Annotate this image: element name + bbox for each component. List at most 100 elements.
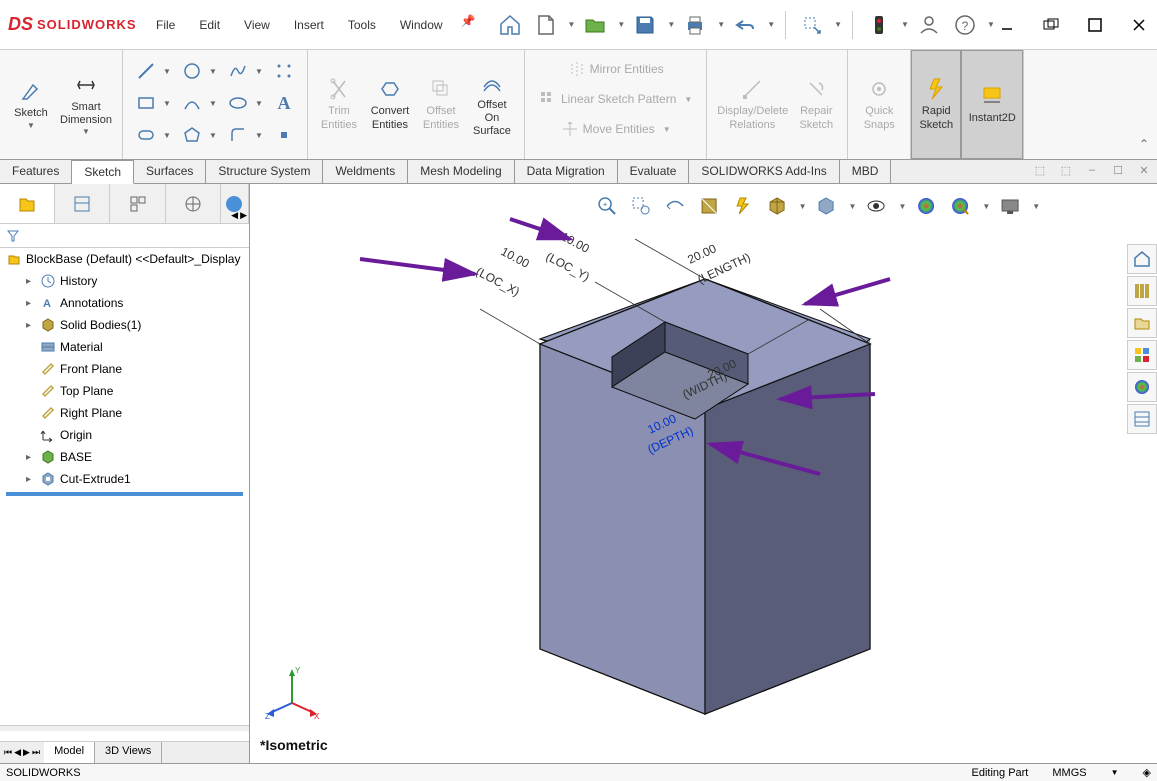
tree-item-solid-bodies-1-[interactable]: ▸Solid Bodies(1) <box>0 314 249 336</box>
collapse-ribbon-icon[interactable]: ⌃ <box>1139 137 1149 151</box>
polygon-icon[interactable] <box>177 120 207 150</box>
point-grid-icon[interactable] <box>269 56 299 86</box>
tree-item-annotations[interactable]: ▸AAnnotations <box>0 292 249 314</box>
traffic-dropdown[interactable]: ▼ <box>901 20 909 29</box>
spline-dd[interactable]: ▼ <box>253 56 265 86</box>
spline-icon[interactable] <box>223 56 253 86</box>
help-dropdown[interactable]: ▼ <box>987 20 995 29</box>
tab-datamigration[interactable]: Data Migration <box>515 160 618 183</box>
taskpane-appearance-icon[interactable] <box>1127 372 1157 402</box>
ellipse-icon[interactable] <box>223 88 253 118</box>
fm-dimxpert-tab[interactable] <box>166 184 221 223</box>
taskpane-viewpalette-icon[interactable] <box>1127 340 1157 370</box>
status-dropdown-icon[interactable]: ▼ <box>1111 768 1119 777</box>
new-dropdown[interactable]: ▼ <box>568 20 576 29</box>
close-button[interactable] <box>1129 15 1149 35</box>
tree-item-material-not-specified-[interactable]: Material <box>0 336 249 358</box>
doc-close-icon[interactable]: ✕ <box>1135 162 1153 178</box>
taskpane-home-icon[interactable] <box>1127 244 1157 274</box>
minimize-button[interactable] <box>997 15 1017 35</box>
fillet-dd[interactable]: ▼ <box>253 120 265 150</box>
taskpane-properties-icon[interactable] <box>1127 404 1157 434</box>
taskpane-library-icon[interactable] <box>1127 276 1157 306</box>
ellipse-dd[interactable]: ▼ <box>253 88 265 118</box>
arc-dd[interactable]: ▼ <box>207 88 219 118</box>
undo-icon[interactable] <box>729 9 761 41</box>
sketch-button[interactable]: Sketch ▼ <box>6 54 56 155</box>
menu-edit[interactable]: Edit <box>189 14 230 36</box>
point-icon[interactable] <box>269 120 299 150</box>
line-icon[interactable] <box>131 56 161 86</box>
fm-config-tab[interactable] <box>110 184 165 223</box>
open-icon[interactable] <box>579 9 611 41</box>
new-icon[interactable] <box>530 9 562 41</box>
tab-mesh[interactable]: Mesh Modeling <box>408 160 514 183</box>
select-icon[interactable] <box>796 9 828 41</box>
quick-snaps-button[interactable]: Quick Snaps <box>854 54 904 155</box>
tree-item-right-plane[interactable]: Right Plane <box>0 402 249 424</box>
doc-next-icon[interactable]: ⬚ <box>1057 162 1075 178</box>
tree-item-history[interactable]: ▸History <box>0 270 249 292</box>
instant2d-button[interactable]: Instant2D <box>961 50 1023 159</box>
trim-button[interactable]: Trim Entities <box>314 54 364 155</box>
linear-pattern-button[interactable]: Linear Sketch Pattern▼ <box>535 84 696 114</box>
rollback-bar[interactable] <box>6 492 243 496</box>
pin-icon[interactable]: 📌 <box>461 14 476 36</box>
rectangle-icon[interactable] <box>131 88 161 118</box>
user-icon[interactable] <box>913 9 945 41</box>
tree-item-cut-extrude1[interactable]: ▸Cut-Extrude1 <box>0 468 249 490</box>
home-icon[interactable] <box>494 9 526 41</box>
bottom-tab-model[interactable]: Model <box>44 742 95 763</box>
tree-item-front-plane[interactable]: Front Plane <box>0 358 249 380</box>
menu-view[interactable]: View <box>234 14 280 36</box>
status-custom-icon[interactable]: ◈ <box>1143 766 1151 779</box>
move-button[interactable]: Move Entities▼ <box>557 114 675 144</box>
fillet-icon[interactable] <box>223 120 253 150</box>
smart-dimension-button[interactable]: Smart Dimension ▼ <box>56 54 116 155</box>
restore-button[interactable] <box>1041 15 1061 35</box>
print-dropdown[interactable]: ▼ <box>717 20 725 29</box>
save-dropdown[interactable]: ▼ <box>667 20 675 29</box>
traffic-light-icon[interactable] <box>863 9 895 41</box>
tab-surfaces[interactable]: Surfaces <box>134 160 206 183</box>
tab-addins[interactable]: SOLIDWORKS Add-Ins <box>689 160 839 183</box>
tab-features[interactable]: Features <box>0 160 72 183</box>
tree-item-top-plane[interactable]: Top Plane <box>0 380 249 402</box>
slot-dd[interactable]: ▼ <box>161 120 173 150</box>
rapid-sketch-button[interactable]: Rapid Sketch <box>911 50 961 159</box>
bt-nav-prev[interactable]: ◀ <box>14 747 21 758</box>
circle-icon[interactable] <box>177 56 207 86</box>
menu-tools[interactable]: Tools <box>338 14 386 36</box>
tab-structure[interactable]: Structure System <box>206 160 323 183</box>
tree-item-base[interactable]: ▸BASE <box>0 446 249 468</box>
offset-button[interactable]: Offset Entities <box>416 54 466 155</box>
doc-prev-icon[interactable]: ⬚ <box>1031 162 1049 178</box>
menu-insert[interactable]: Insert <box>284 14 334 36</box>
tab-sketch[interactable]: Sketch <box>72 160 134 184</box>
tab-evaluate[interactable]: Evaluate <box>618 160 690 183</box>
offset-surface-button[interactable]: Offset On Surface <box>466 54 518 155</box>
poly-dd[interactable]: ▼ <box>207 120 219 150</box>
convert-button[interactable]: Convert Entities <box>364 54 416 155</box>
bt-nav-next[interactable]: ▶ <box>23 747 30 758</box>
menu-window[interactable]: Window <box>390 14 453 36</box>
circle-dd[interactable]: ▼ <box>207 56 219 86</box>
mirror-button[interactable]: Mirror Entities <box>564 54 668 84</box>
maximize-button[interactable] <box>1085 15 1105 35</box>
doc-min-icon[interactable]: – <box>1083 162 1101 178</box>
status-units[interactable]: MMGS <box>1052 767 1086 779</box>
taskpane-explorer-icon[interactable] <box>1127 308 1157 338</box>
fm-tree-tab[interactable] <box>0 184 55 223</box>
tree-root[interactable]: BlockBase (Default) <<Default>_Display <box>0 248 249 270</box>
tab-weldments[interactable]: Weldments <box>323 160 408 183</box>
print-icon[interactable] <box>679 9 711 41</box>
bt-nav-last[interactable]: ⏭ <box>32 747 40 758</box>
bottom-tab-3dviews[interactable]: 3D Views <box>95 742 162 763</box>
menu-file[interactable]: File <box>146 14 185 36</box>
tab-mbd[interactable]: MBD <box>840 160 892 183</box>
fm-property-tab[interactable] <box>55 184 110 223</box>
text-icon[interactable]: A <box>269 88 299 118</box>
view-triad[interactable]: Y X Z <box>262 663 322 723</box>
select-dropdown[interactable]: ▼ <box>834 20 842 29</box>
bt-nav-first[interactable]: ⏮ <box>4 747 12 758</box>
